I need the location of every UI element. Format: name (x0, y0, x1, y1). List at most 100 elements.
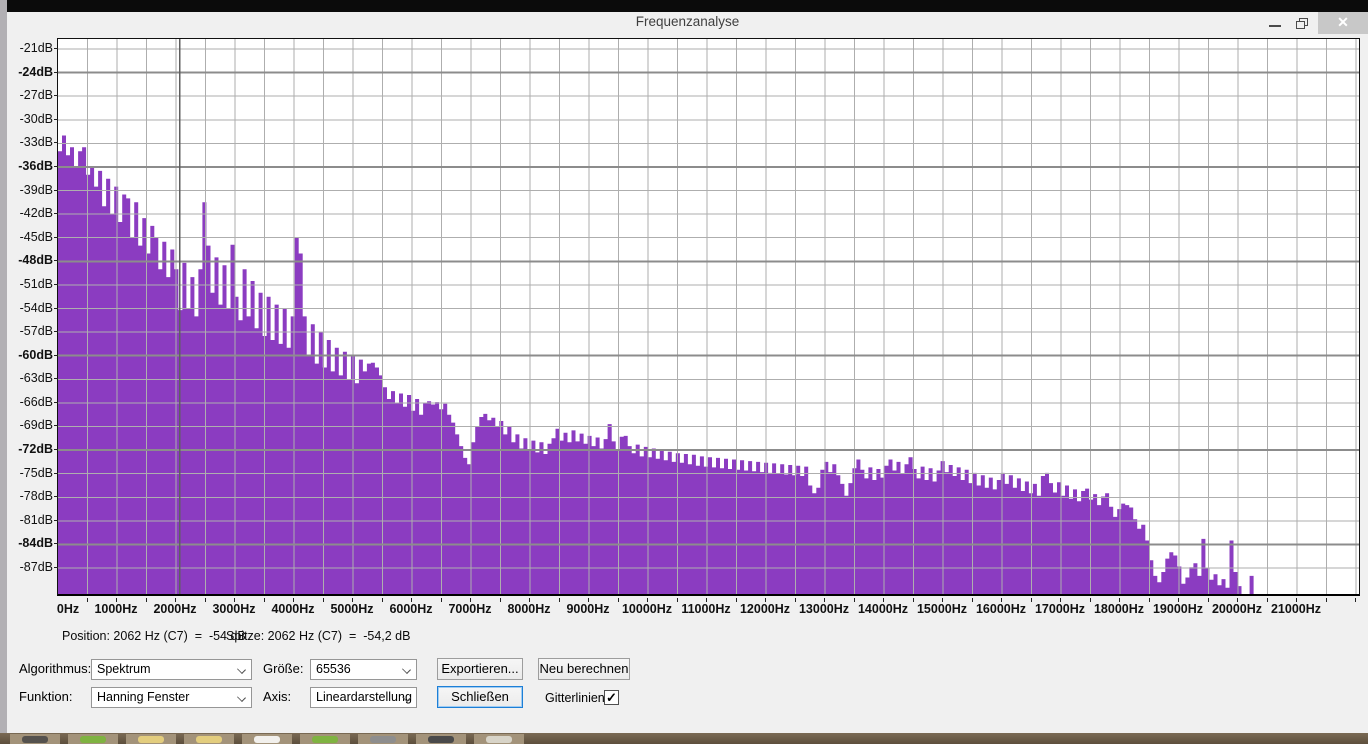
export-button[interactable]: Exportieren... (437, 658, 523, 680)
gridlines-checkbox[interactable]: ✓ (604, 690, 619, 705)
algorithm-select[interactable]: Spektrum (91, 659, 252, 680)
chevron-down-icon (237, 693, 246, 702)
x-axis-tick (1208, 598, 1209, 602)
x-axis-tick (677, 598, 678, 602)
y-axis-label: -60dB (0, 347, 53, 363)
x-axis-tick (559, 598, 560, 602)
screen: Frequenzanalyse ✕ -21dB-24dB-27dB-30dB-3… (0, 0, 1368, 744)
x-axis-tick (972, 598, 973, 602)
x-axis-tick (116, 598, 117, 602)
x-axis-tick (1119, 598, 1120, 602)
x-axis-tick (323, 598, 324, 602)
size-select[interactable]: 65536 (310, 659, 417, 680)
x-axis-tick (736, 598, 737, 602)
x-axis-tick (382, 598, 383, 602)
y-axis-label: -48dB (0, 252, 53, 268)
taskbar-tile[interactable] (300, 734, 350, 744)
y-axis-tick (54, 260, 58, 261)
y-axis-tick (54, 142, 58, 143)
x-axis-tick (618, 598, 619, 602)
y-axis-label: -21dB (0, 40, 53, 56)
y-axis-tick (54, 166, 58, 167)
taskbar-tile[interactable] (10, 734, 60, 744)
y-axis-label: -84dB (0, 535, 53, 551)
y-axis-tick (54, 496, 58, 497)
y-axis-label: -33dB (0, 134, 53, 150)
y-axis-label: -72dB (0, 441, 53, 457)
x-axis-tick (883, 598, 884, 602)
x-axis-tick (1355, 598, 1356, 602)
y-axis-label: -24dB (0, 64, 53, 80)
y-axis-label: -51dB (0, 276, 53, 292)
y-axis-label: -66dB (0, 394, 53, 410)
gridlines-label: Gitterlinien (545, 687, 605, 709)
y-axis-tick (54, 95, 58, 96)
taskbar-tile[interactable] (358, 734, 408, 744)
spectrum-plot-area[interactable] (57, 38, 1360, 596)
y-axis-tick (54, 425, 58, 426)
close-button[interactable]: ✕ (1318, 12, 1368, 34)
spectrum-chart[interactable] (58, 39, 1359, 594)
y-axis-tick (54, 520, 58, 521)
x-axis-tick (1090, 598, 1091, 602)
spectrum-area (58, 136, 1262, 595)
window-title: Frequenzanalyse (7, 14, 1368, 29)
taskbar-tile-icon (428, 736, 454, 743)
algorithm-label: Algorithmus: (19, 658, 91, 680)
taskbar-tile[interactable] (416, 734, 466, 744)
x-axis-tick (765, 598, 766, 602)
x-axis-tick (1060, 598, 1061, 602)
y-axis-label: -54dB (0, 300, 53, 316)
y-axis-tick (54, 284, 58, 285)
x-axis-tick (146, 598, 147, 602)
minimize-button[interactable] (1262, 12, 1288, 34)
y-axis-label: -57dB (0, 323, 53, 339)
status-position: Position: 2062 Hz (C7) = -54 dB (62, 629, 246, 643)
x-axis-tick (500, 598, 501, 602)
axis-select[interactable]: Lineardarstellung (310, 687, 417, 708)
y-axis-label: -69dB (0, 417, 53, 433)
x-axis-tick (647, 598, 648, 602)
taskbar-tile-icon (22, 736, 48, 743)
taskbar-tile-icon (138, 736, 164, 743)
x-axis-tick (1149, 598, 1150, 602)
x-axis-tick (264, 598, 265, 602)
x-axis-tick (411, 598, 412, 602)
taskbar-tile-icon (370, 736, 396, 743)
axis-label: Axis: (263, 686, 291, 708)
close-dialog-button[interactable]: Schließen (437, 686, 523, 708)
taskbar-strip (0, 733, 1368, 744)
y-axis-label: -63dB (0, 370, 53, 386)
x-axis-tick (205, 598, 206, 602)
x-axis-tick (470, 598, 471, 602)
y-axis-tick (54, 48, 58, 49)
x-axis-tick (1326, 598, 1327, 602)
taskbar-tile[interactable] (474, 734, 524, 744)
x-axis-tick (913, 598, 914, 602)
chevron-down-icon (402, 665, 411, 674)
y-axis-tick (54, 543, 58, 544)
y-axis-tick (54, 213, 58, 214)
restore-button[interactable] (1290, 12, 1316, 34)
function-label: Funktion: (19, 686, 72, 708)
y-axis-tick (54, 402, 58, 403)
y-axis-label: -87dB (0, 559, 53, 575)
taskbar-tile-icon (254, 736, 280, 743)
x-axis-tick (1296, 598, 1297, 602)
x-axis-tick (352, 598, 353, 602)
recalculate-button[interactable]: Neu berechnen (538, 658, 630, 680)
size-label: Größe: (263, 658, 303, 680)
function-select[interactable]: Hanning Fenster (91, 687, 252, 708)
taskbar-tile[interactable] (68, 734, 118, 744)
taskbar-tile[interactable] (126, 734, 176, 744)
y-axis-label: -81dB (0, 512, 53, 528)
y-axis-tick (54, 449, 58, 450)
y-axis-tick (54, 473, 58, 474)
taskbar-tile[interactable] (184, 734, 234, 744)
taskbar-tile[interactable] (242, 734, 292, 744)
x-axis-tick (706, 598, 707, 602)
y-axis-tick (54, 331, 58, 332)
y-axis-tick (54, 237, 58, 238)
status-peak: Spitze: 2062 Hz (C7) = -54,2 dB (226, 629, 410, 643)
y-axis-label: -39dB (0, 182, 53, 198)
